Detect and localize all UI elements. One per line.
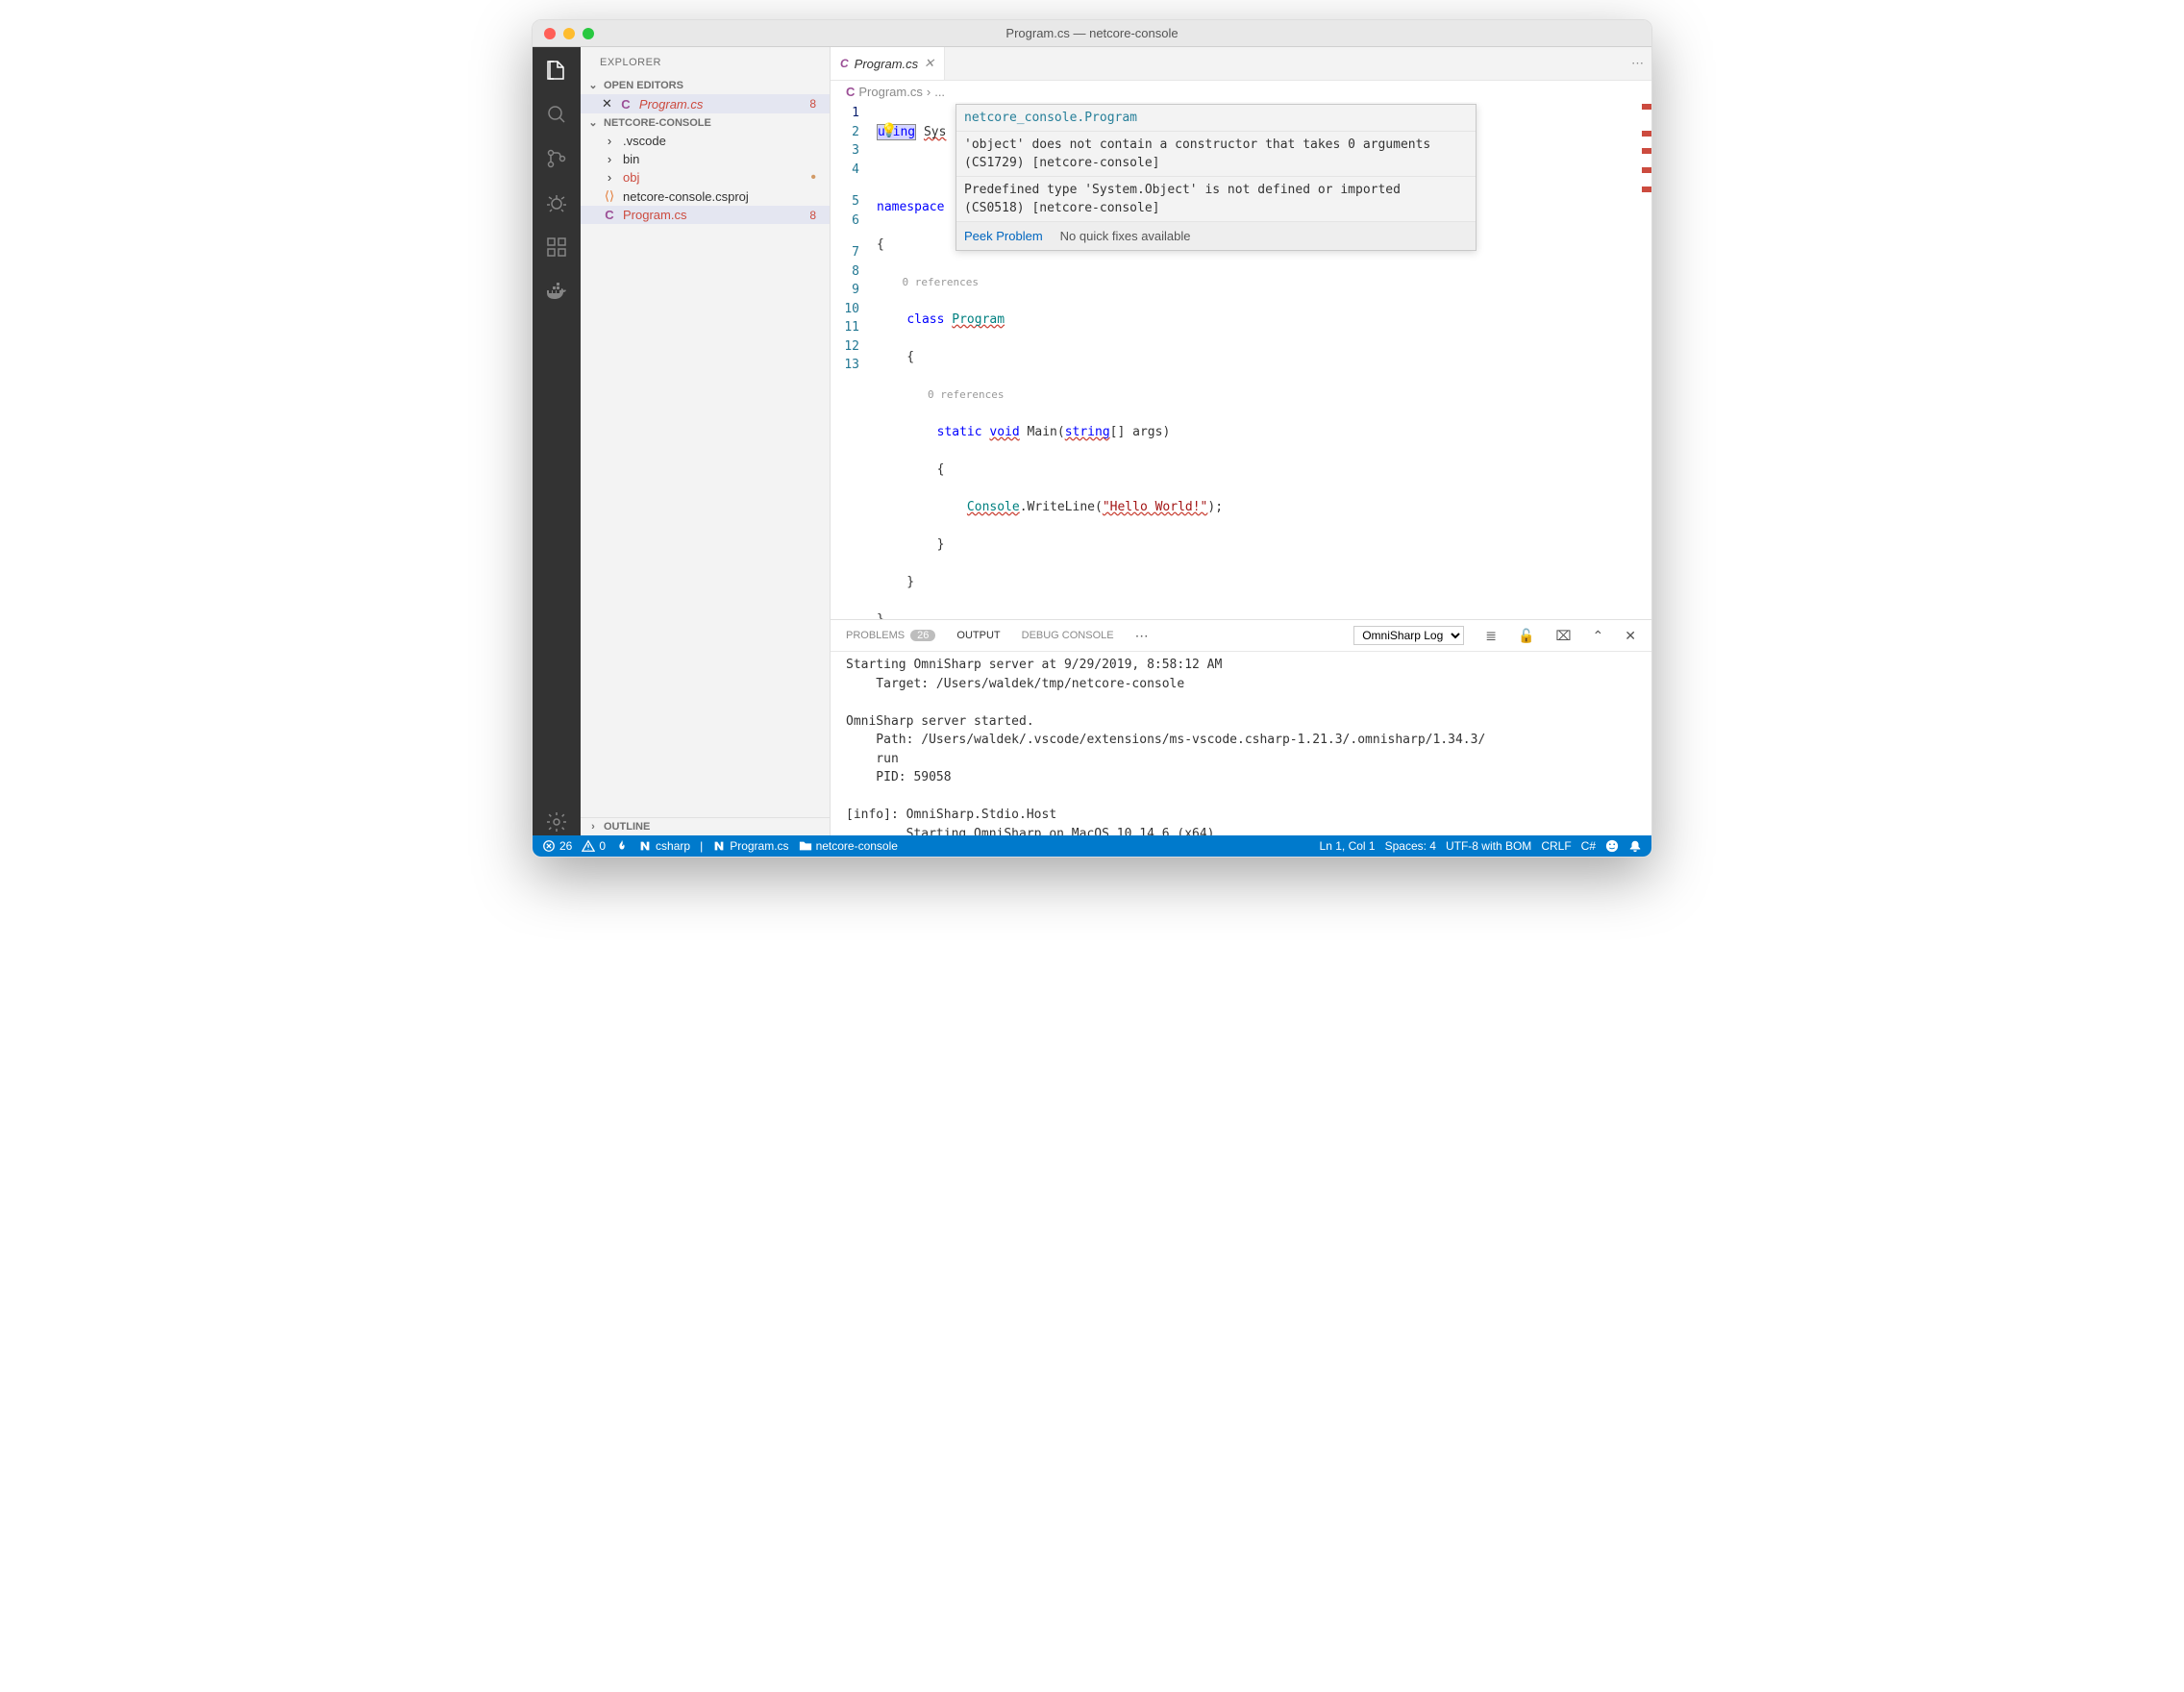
chevron-right-icon: › [602, 152, 617, 166]
chevron-down-icon: ⌄ [586, 116, 600, 129]
bottom-panel: PROBLEMS 26 OUTPUT DEBUG CONSOLE ⋯ OmniS… [831, 619, 1651, 835]
settings-gear-icon[interactable] [543, 809, 570, 835]
source-control-icon[interactable] [543, 145, 570, 172]
open-editors-section[interactable]: ⌄ OPEN EDITORS [581, 76, 830, 94]
status-bar: 26 0 csharp | Program.cs netcore-console… [533, 835, 1651, 857]
status-folder[interactable]: netcore-console [799, 839, 898, 853]
xml-file-icon: ⟨⟩ [602, 188, 617, 204]
sidebar-title: EXPLORER [581, 47, 830, 76]
feedback-icon[interactable] [1605, 839, 1619, 853]
workspace-section[interactable]: ⌄ NETCORE-CONSOLE [581, 113, 830, 132]
status-warnings[interactable]: 0 [582, 839, 606, 853]
lightbulb-icon[interactable]: 💡 [881, 122, 897, 141]
chevron-up-icon[interactable]: ⌃ [1593, 628, 1604, 644]
csharp-file-icon: C [846, 85, 855, 99]
clear-icon[interactable]: ⌧ [1555, 628, 1571, 644]
output-content[interactable]: Starting OmniSharp server at 9/29/2019, … [831, 652, 1651, 835]
csharp-file-icon: C [602, 208, 617, 222]
close-icon[interactable]: ✕ [602, 96, 612, 112]
status-csharp[interactable]: csharp [638, 839, 690, 853]
overview-ruler[interactable] [1638, 102, 1651, 619]
debug-console-tab[interactable]: DEBUG CONSOLE [1022, 630, 1114, 641]
problems-tab[interactable]: PROBLEMS 26 [846, 630, 935, 641]
status-cursor-position[interactable]: Ln 1, Col 1 [1320, 839, 1376, 853]
extensions-icon[interactable] [543, 234, 570, 261]
word-wrap-icon[interactable]: ≣ [1485, 628, 1497, 644]
file-item[interactable]: C Program.cs 8 [581, 206, 830, 224]
output-tab[interactable]: OUTPUT [956, 630, 1000, 641]
folder-item[interactable]: › obj • [581, 168, 830, 187]
folder-item[interactable]: › .vscode [581, 132, 830, 150]
bell-icon[interactable] [1628, 839, 1642, 853]
file-item[interactable]: ⟨⟩ netcore-console.csproj [581, 187, 830, 206]
open-editor-item[interactable]: ✕ C Program.cs 8 [581, 94, 830, 113]
editor[interactable]: 1 2 3 4 5 6 7 8 9 10 11 12 13 💡using Sys… [831, 102, 1651, 619]
titlebar: Program.cs — netcore-console [533, 20, 1651, 47]
editor-tabs: C Program.cs ✕ ⋯ [831, 47, 1651, 81]
status-indentation[interactable]: Spaces: 4 [1385, 839, 1436, 853]
activity-bar [533, 47, 581, 835]
debug-icon[interactable] [543, 189, 570, 216]
status-file[interactable]: Program.cs [712, 839, 788, 853]
close-panel-icon[interactable]: ✕ [1625, 628, 1636, 644]
close-tab-icon[interactable]: ✕ [924, 56, 934, 71]
output-channel-select[interactable]: OmniSharp Log [1353, 626, 1464, 645]
docker-icon[interactable] [543, 278, 570, 305]
status-language[interactable]: C# [1581, 839, 1596, 853]
hover-message: Predefined type 'System.Object' is not d… [956, 177, 1476, 222]
hover-tooltip: netcore_console.Program 'object' does no… [956, 104, 1477, 251]
csharp-file-icon: C [618, 97, 633, 112]
hover-message: 'object' does not contain a constructor … [956, 132, 1476, 177]
window-title: Program.cs — netcore-console [533, 26, 1651, 40]
more-icon[interactable]: ⋯ [1135, 628, 1149, 644]
modified-dot-icon: • [810, 174, 824, 182]
csharp-file-icon: C [840, 57, 849, 70]
no-fix-label: No quick fixes available [1060, 227, 1191, 245]
status-errors[interactable]: 26 [542, 839, 572, 853]
explorer-sidebar: EXPLORER ⌄ OPEN EDITORS ✕ C Program.cs 8… [581, 47, 831, 835]
chevron-down-icon: ⌄ [586, 79, 600, 91]
outline-section[interactable]: › OUTLINE [581, 817, 830, 835]
explorer-icon[interactable] [543, 57, 570, 84]
peek-problem-link[interactable]: Peek Problem [964, 227, 1043, 245]
hover-header: netcore_console.Program [956, 105, 1476, 132]
folder-item[interactable]: › bin [581, 150, 830, 168]
status-eol[interactable]: CRLF [1541, 839, 1571, 853]
editor-tab[interactable]: C Program.cs ✕ [831, 47, 945, 80]
line-numbers: 1 2 3 4 5 6 7 8 9 10 11 12 13 [831, 102, 877, 619]
status-encoding[interactable]: UTF-8 with BOM [1446, 839, 1531, 853]
chevron-right-icon: › [586, 821, 600, 833]
breadcrumb[interactable]: C Program.cs › ... [831, 81, 1651, 102]
lock-icon[interactable]: 🔓 [1518, 628, 1534, 644]
status-flame-icon[interactable] [615, 839, 629, 853]
search-icon[interactable] [543, 101, 570, 128]
chevron-right-icon: › [602, 134, 617, 148]
chevron-right-icon: › [602, 170, 617, 185]
more-actions-icon[interactable]: ⋯ [1631, 56, 1644, 71]
